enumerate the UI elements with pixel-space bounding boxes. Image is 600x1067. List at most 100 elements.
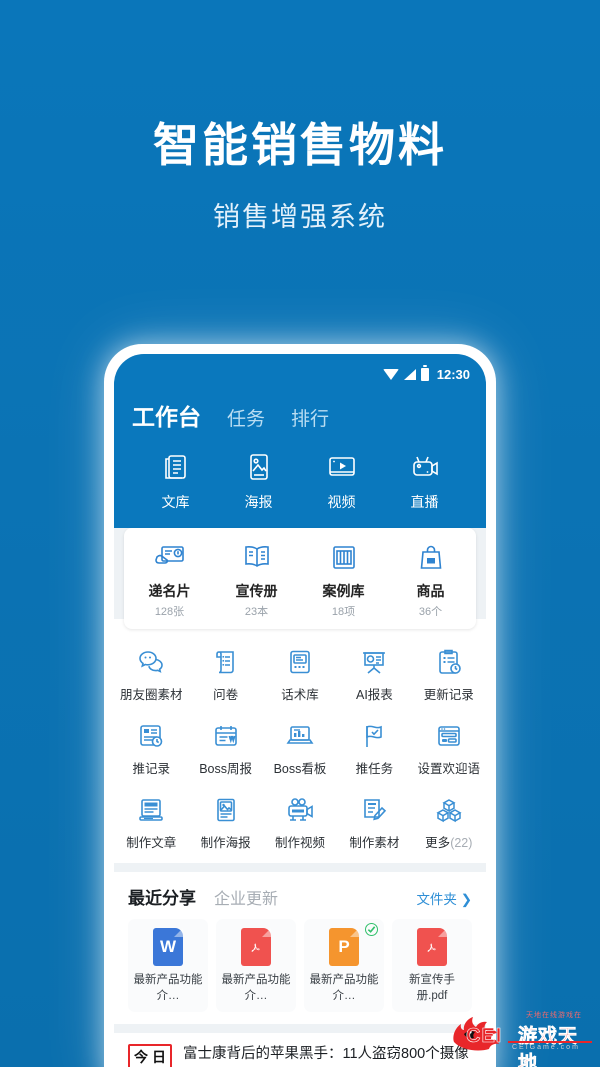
- signal-icon: [403, 368, 416, 380]
- phone-screen: 12:30 工作台 任务 排行 文库 海报 视频 直播 递名片 128张 宣传册…: [114, 354, 486, 1067]
- grid-item-label: 设置欢迎语: [417, 762, 481, 776]
- count-item-products[interactable]: 商品 36个: [387, 540, 474, 619]
- grid-item-moments-material[interactable]: 朋友圈素材: [114, 639, 188, 707]
- category-label: 文库: [161, 494, 190, 510]
- category-label: 视频: [327, 494, 356, 510]
- grid-item-update-log[interactable]: 更新记录: [412, 639, 486, 707]
- make-poster-icon: [188, 793, 262, 827]
- count-sub: 23本: [244, 606, 269, 618]
- function-grid: 朋友圈素材 问卷 话术库 AI报表 更新记录 推记录 Boss周报 Boss看板…: [114, 639, 486, 855]
- tab-recent-shared[interactable]: 最近分享: [128, 884, 196, 909]
- grid-item-welcome-message[interactable]: 设置欢迎语: [412, 713, 486, 781]
- archive-shelf-icon: [300, 540, 387, 576]
- word-file-icon: W: [153, 928, 183, 966]
- status-time: 12:30: [436, 366, 470, 382]
- grid-item-questionnaire[interactable]: 问卷: [188, 639, 262, 707]
- count-item-case-library[interactable]: 案例库 18项: [300, 540, 387, 619]
- count-sub: 36个: [418, 606, 443, 618]
- file-name: 最新产品功能介…: [309, 974, 379, 1002]
- grid-item-label: 制作视频: [274, 836, 325, 850]
- count-name: 宣传册: [235, 583, 278, 599]
- watermark-cn: 游戏天地: [518, 1026, 579, 1067]
- grid-item-push-task[interactable]: 推任务: [337, 713, 411, 781]
- count-sub: 128张: [154, 606, 185, 618]
- tab-workbench[interactable]: 工作台: [132, 398, 201, 432]
- grid-item-push-record[interactable]: 推记录: [114, 713, 188, 781]
- grid-item-label: 推记录: [132, 762, 170, 776]
- section-divider: [114, 863, 486, 872]
- phone-mockup: 12:30 工作台 任务 排行 文库 海报 视频 直播 递名片 128张 宣传册…: [104, 344, 496, 1067]
- category-wenku[interactable]: 文库: [134, 448, 217, 512]
- count-name: 案例库: [322, 583, 365, 599]
- grid-item-boss-weekly[interactable]: Boss周报: [188, 713, 262, 781]
- category-zhibo[interactable]: 直播: [383, 448, 466, 512]
- folders-link[interactable]: 文件夹 ❯: [416, 888, 472, 908]
- page-subtitle: 销售增强系统: [213, 202, 387, 233]
- clipboard-clock-icon: [412, 645, 486, 679]
- top-category-row: 文库 海报 视频 直播: [130, 448, 470, 528]
- file-card[interactable]: W 最新产品功能介…: [128, 919, 208, 1013]
- more-cubes-icon: [412, 793, 486, 827]
- grid-item-label: 朋友圈素材: [119, 688, 183, 702]
- news-badge: 今 日 午 报: [128, 1044, 172, 1067]
- file-name: 新宣传手册.pdf: [409, 974, 455, 1002]
- file-card[interactable]: 新宣传手册.pdf: [392, 919, 472, 1013]
- grid-item-label: Boss看板: [273, 762, 327, 776]
- grid-item-make-article[interactable]: 制作文章: [114, 787, 188, 855]
- make-material-icon: [337, 793, 411, 827]
- grid-item-make-material[interactable]: 制作素材: [337, 787, 411, 855]
- chevron-right-icon: ❯: [456, 892, 472, 907]
- tab-company-updates[interactable]: 企业更新: [214, 885, 278, 909]
- tab-tasks[interactable]: 任务: [227, 404, 265, 431]
- grid-item-label: 推任务: [355, 762, 394, 776]
- grid-item-label: 制作素材: [349, 836, 400, 850]
- file-name: 最新产品功能介…: [221, 974, 291, 1002]
- pdf-file-icon: [417, 928, 447, 966]
- grid-item-label: 更新记录: [423, 688, 474, 702]
- business-card-icon: [126, 540, 213, 576]
- battery-icon: [420, 364, 429, 381]
- news-item[interactable]: 今 日 午 报 富士康背后的苹果黑手：11人盗窃800个摄像头，有人拿假机…: [114, 1033, 486, 1067]
- grid-item-label: 制作海报: [200, 836, 251, 850]
- pdf-file-icon: [241, 928, 271, 966]
- badge-char: 日: [152, 1049, 166, 1066]
- wifi-icon: [382, 368, 399, 380]
- hero-section: 智能销售物料 销售增强系统: [0, 0, 600, 234]
- video-play-icon: [300, 448, 383, 486]
- function-grid-section: 朋友圈素材 问卷 话术库 AI报表 更新记录 推记录 Boss周报 Boss看板…: [114, 619, 486, 863]
- grid-item-label: 更多(22): [425, 836, 473, 850]
- news-title: 富士康背后的苹果黑手：11人盗窃800个摄像头，有人拿假机…: [183, 1046, 469, 1063]
- count-item-business-card[interactable]: 递名片 128张: [126, 540, 213, 619]
- laptop-dashboard-icon: [263, 719, 337, 753]
- grid-item-more[interactable]: 更多(22): [412, 787, 486, 855]
- grid-item-make-poster[interactable]: 制作海报: [188, 787, 262, 855]
- grid-item-make-video[interactable]: 制作视频: [263, 787, 337, 855]
- category-label: 直播: [410, 494, 439, 510]
- app-header: 12:30 工作台 任务 排行 文库 海报 视频 直播: [114, 354, 486, 528]
- welcome-message-icon: [412, 719, 486, 753]
- page-title: 智能销售物料: [153, 119, 447, 171]
- category-haibao[interactable]: 海报: [217, 448, 300, 512]
- file-card[interactable]: 最新产品功能介…: [216, 919, 296, 1013]
- push-record-clock-icon: [114, 719, 188, 753]
- category-shipin[interactable]: 视频: [300, 448, 383, 512]
- tab-ranking[interactable]: 排行: [291, 404, 329, 431]
- powerpoint-file-icon: P: [329, 928, 359, 966]
- make-video-icon: [263, 793, 337, 827]
- grid-item-label: 话术库: [281, 688, 319, 702]
- count-item-brochure[interactable]: 宣传册 23本: [213, 540, 300, 619]
- grid-item-ai-report[interactable]: AI报表: [337, 639, 411, 707]
- image-poster-icon: [217, 448, 300, 486]
- file-card[interactable]: P 最新产品功能介…: [304, 919, 384, 1013]
- grid-item-label: AI报表: [355, 688, 393, 702]
- file-list: W 最新产品功能介… 最新产品功能介… P 最新产品功能介… 新宣传手册.pdf: [128, 919, 472, 1013]
- recent-section: 最近分享 企业更新 文件夹 ❯ W 最新产品功能介… 最新产品功能介… P 最新…: [114, 872, 486, 1025]
- grid-item-boss-dashboard[interactable]: Boss看板: [263, 713, 337, 781]
- live-camera-icon: [383, 448, 466, 486]
- grid-item-script-library[interactable]: 话术库: [263, 639, 337, 707]
- check-badge-icon: [365, 923, 378, 936]
- chat-bubbles-icon: [114, 645, 188, 679]
- watermark-domain: CEIGame.com: [512, 1044, 580, 1051]
- shopping-bag-icon: [387, 540, 474, 576]
- badge-char: 今: [134, 1049, 148, 1066]
